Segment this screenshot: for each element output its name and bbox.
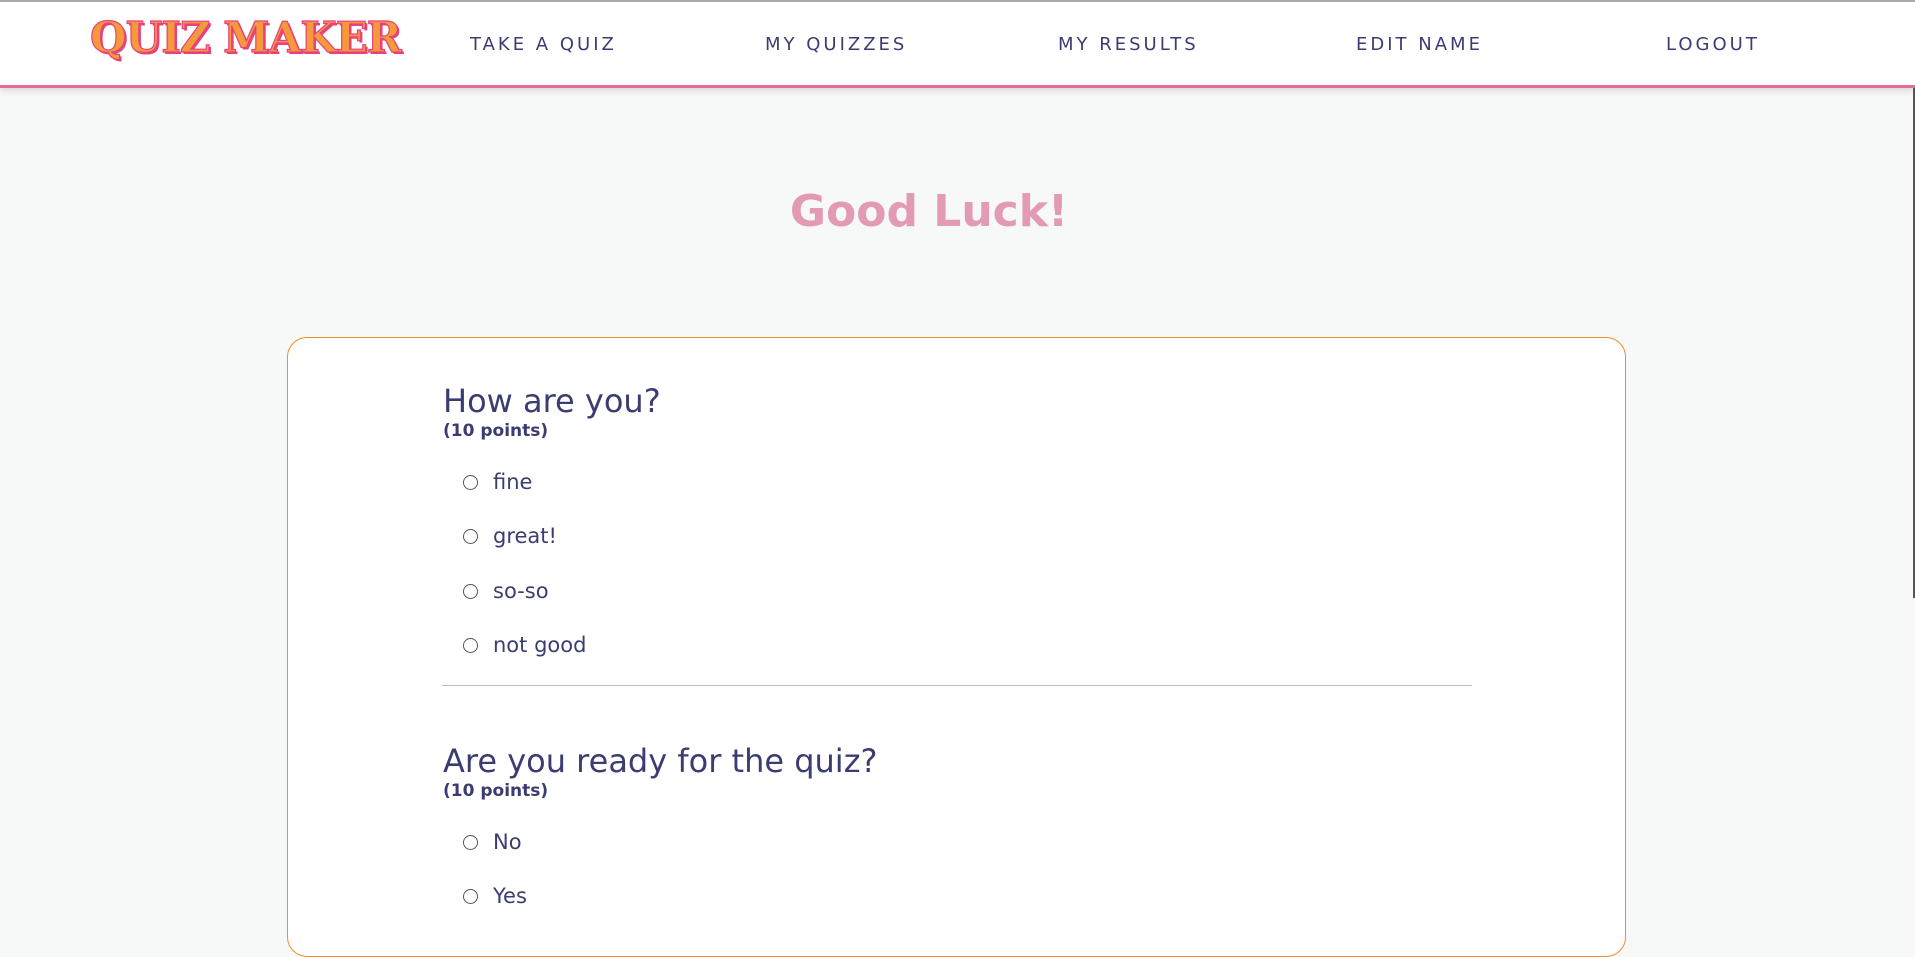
radio-button[interactable] xyxy=(463,474,478,490)
option-not-good[interactable]: not good xyxy=(463,630,586,660)
radio-button[interactable] xyxy=(463,834,478,850)
question-title: How are you? xyxy=(443,382,661,420)
option-no[interactable]: No xyxy=(463,827,522,857)
quiz-maker-logo[interactable]: QUIZ MAKER xyxy=(89,16,402,59)
option-label: not good xyxy=(493,633,587,657)
nav-logout[interactable]: LOGOUT xyxy=(1666,36,1760,54)
nav-my-quizzes[interactable]: MY QUIZZES xyxy=(765,36,907,54)
nav-edit-name[interactable]: EDIT NAME xyxy=(1356,36,1483,54)
question-points: (10 points) xyxy=(443,421,549,441)
radio-button[interactable] xyxy=(463,637,478,653)
radio-button[interactable] xyxy=(463,528,478,544)
page-title: Good Luck! xyxy=(789,186,1069,237)
nav-my-results[interactable]: MY RESULTS xyxy=(1058,36,1199,54)
option-label: Yes xyxy=(493,884,527,908)
radio-button[interactable] xyxy=(463,583,478,599)
option-label: No xyxy=(493,830,522,854)
question-title: Are you ready for the quiz? xyxy=(443,742,878,780)
option-so-so[interactable]: so-so xyxy=(463,576,549,606)
option-label: so-so xyxy=(493,579,549,603)
nav-take-a-quiz[interactable]: TAKE A QUIZ xyxy=(470,36,617,54)
option-fine[interactable]: fine xyxy=(463,467,532,497)
question-points: (10 points) xyxy=(443,781,549,801)
option-great[interactable]: great! xyxy=(463,521,557,551)
question-divider xyxy=(442,685,1472,686)
radio-button[interactable] xyxy=(463,888,478,904)
option-label: great! xyxy=(493,524,557,548)
question-1: How are you? (10 points) xyxy=(443,385,661,440)
top-navigation-bar: QUIZ MAKER TAKE A QUIZ MY QUIZZES MY RES… xyxy=(0,0,1915,88)
option-yes[interactable]: Yes xyxy=(463,881,527,911)
question-2: Are you ready for the quiz? (10 points) xyxy=(443,745,877,800)
quiz-card: How are you? (10 points) fine great! so-… xyxy=(287,337,1626,957)
option-label: fine xyxy=(493,470,533,494)
